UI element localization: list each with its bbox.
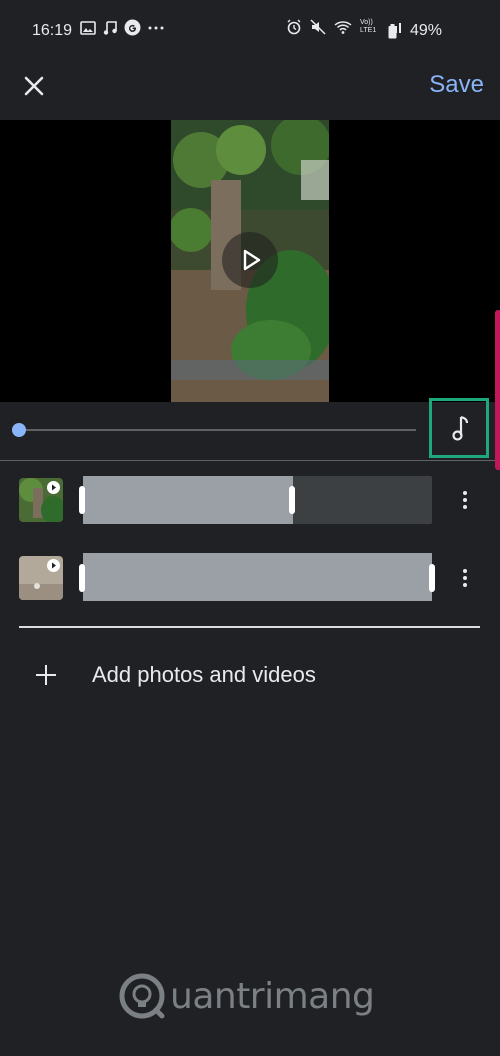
video-badge-icon: [47, 559, 60, 572]
more-options-icon[interactable]: [453, 566, 477, 590]
music-button[interactable]: [429, 398, 489, 458]
video-badge-icon: [47, 481, 60, 494]
play-icon: [243, 249, 261, 271]
more-options-icon[interactable]: [453, 488, 477, 512]
close-icon[interactable]: [20, 72, 48, 100]
music-note-icon: [452, 415, 469, 441]
watermark-text: uantrimang: [170, 975, 375, 1017]
music-note-status-icon: [103, 20, 117, 35]
play-button[interactable]: [222, 232, 278, 288]
plus-icon: [36, 665, 56, 685]
save-button[interactable]: Save: [429, 71, 484, 99]
trim-end-handle[interactable]: [289, 486, 295, 514]
divider: [0, 460, 500, 461]
clip-trim-selection[interactable]: [83, 476, 293, 524]
add-photos-videos-button[interactable]: Add photos and videos: [20, 652, 480, 698]
watermark-logo-icon: [119, 973, 165, 1019]
watermark: uantrimang: [118, 968, 375, 1024]
clip-row: [19, 556, 63, 600]
timeline-scrubber-handle[interactable]: [12, 423, 26, 437]
mute-icon: [310, 19, 326, 35]
battery-percent: 49%: [409, 22, 442, 39]
clip-row: [19, 478, 63, 522]
status-time: 16:19: [32, 22, 73, 39]
trim-start-handle[interactable]: [79, 486, 85, 514]
trim-start-handle[interactable]: [79, 564, 85, 592]
status-bar: 16:19 Vo)) LTE1 49%: [0, 0, 500, 62]
gallery-icon: [80, 20, 96, 35]
timeline-scrubber-track[interactable]: [19, 429, 416, 431]
clip-thumbnail[interactable]: [19, 556, 63, 600]
battery-icon: [388, 24, 397, 39]
edge-panel-handle[interactable]: [495, 310, 500, 470]
add-photos-videos-label: Add photos and videos: [92, 662, 316, 687]
clip-trim-selection[interactable]: [83, 553, 432, 601]
divider: [19, 626, 480, 628]
google-icon: [124, 19, 141, 36]
clip-thumbnail[interactable]: [19, 478, 63, 522]
network-label: Vo)) LTE1: [360, 19, 377, 34]
wifi-icon: [334, 21, 352, 34]
more-notifications-icon: [148, 26, 164, 29]
trim-end-handle[interactable]: [429, 564, 435, 592]
alarm-icon: [287, 19, 301, 35]
